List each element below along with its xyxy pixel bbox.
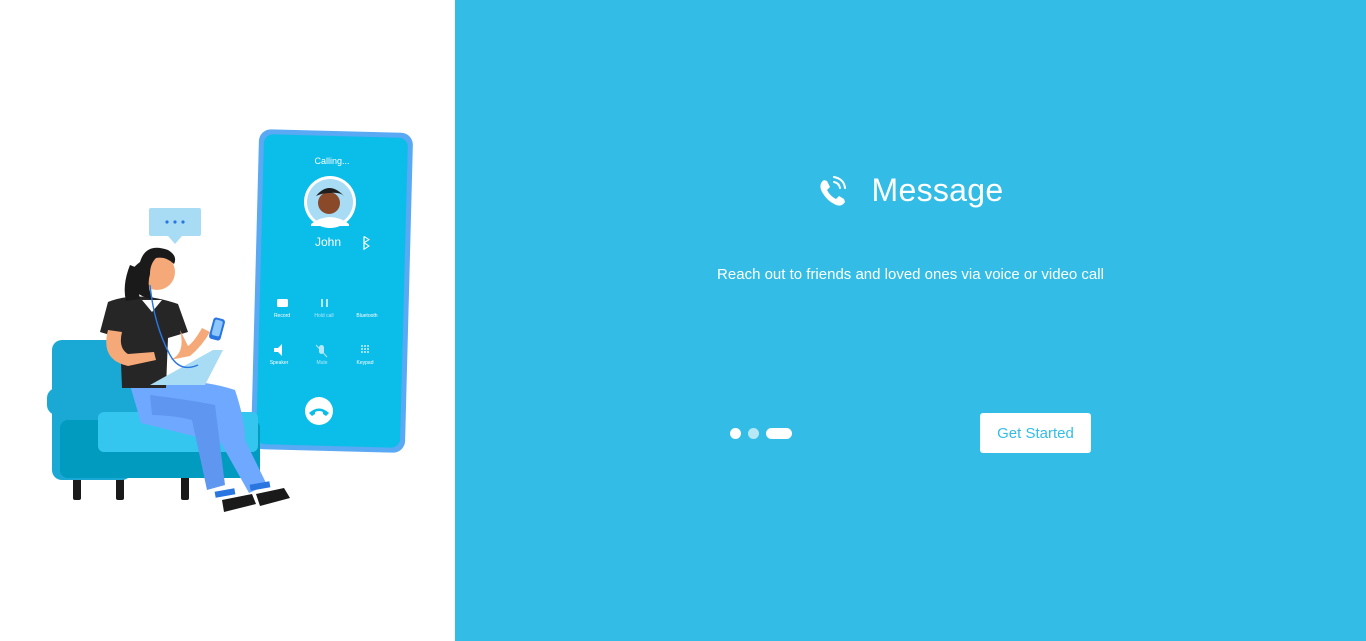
phone-button-label: Hold call — [314, 313, 333, 319]
calling-illustration: Calling... John Record Hold call Bluetoo… — [47, 129, 413, 512]
phone-button-label: Record — [274, 313, 290, 319]
phone-status-text: Calling... — [314, 156, 349, 166]
pagination-dots — [730, 428, 792, 439]
pagination-dot-3-active[interactable] — [766, 428, 792, 439]
pause-icon — [321, 299, 323, 307]
phone-button-label: Mute — [316, 360, 327, 366]
phone-graphic: Calling... John Record Hold call Bluetoo… — [251, 129, 413, 453]
onboarding-page: Calling... John Record Hold call Bluetoo… — [0, 0, 1366, 641]
heading-row: Message — [455, 172, 1366, 209]
keypad-icon — [361, 345, 369, 353]
phone-button-label: Speaker — [270, 360, 289, 366]
record-icon — [277, 299, 288, 307]
pagination-dot-1[interactable] — [730, 428, 741, 439]
caller-name: John — [315, 235, 341, 249]
illustration-panel: Calling... John Record Hold call Bluetoo… — [0, 0, 455, 641]
onboarding-content: Message Reach out to friends and loved o… — [455, 0, 1366, 641]
page-subtitle: Reach out to friends and loved ones via … — [717, 266, 1104, 283]
phone-button-label: Bluetooth — [356, 313, 377, 319]
chat-bubble-graphic — [149, 208, 201, 244]
page-title: Message — [871, 172, 1004, 208]
phone-button-label: Keypad — [357, 360, 374, 366]
get-started-button[interactable]: Get Started — [980, 413, 1091, 453]
phone-call-icon — [819, 175, 846, 206]
pagination-dot-2[interactable] — [748, 428, 759, 439]
